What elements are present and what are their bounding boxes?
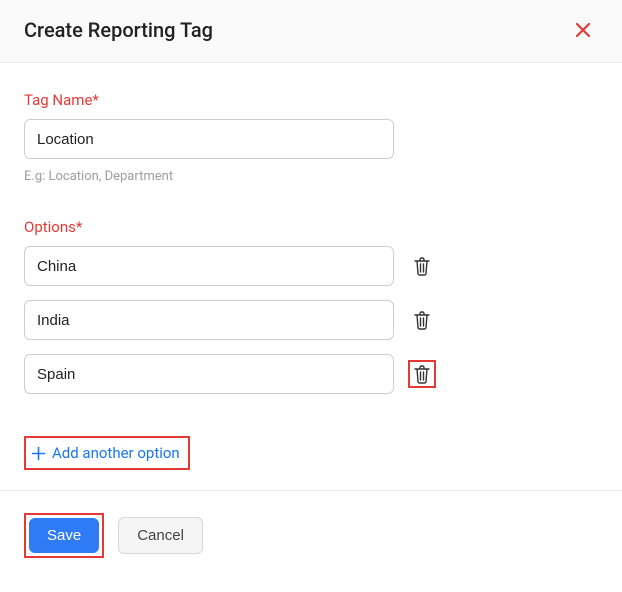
add-option-label: Add another option bbox=[52, 444, 180, 462]
option-row bbox=[24, 354, 598, 394]
option-row bbox=[24, 300, 598, 340]
delete-option-button[interactable] bbox=[408, 306, 436, 334]
cancel-button[interactable]: Cancel bbox=[118, 517, 203, 554]
option-input[interactable] bbox=[24, 246, 394, 286]
modal-footer: Save Cancel bbox=[0, 490, 622, 580]
close-icon[interactable] bbox=[574, 21, 592, 39]
options-section: Options* bbox=[24, 218, 598, 470]
plus-icon bbox=[30, 445, 46, 461]
option-input[interactable] bbox=[24, 354, 394, 394]
trash-icon bbox=[413, 310, 431, 330]
modal-title: Create Reporting Tag bbox=[24, 18, 213, 42]
modal-body: Tag Name* E.g: Location, Department Opti… bbox=[0, 63, 622, 490]
tag-name-hint: E.g: Location, Department bbox=[24, 169, 598, 184]
trash-icon bbox=[413, 256, 431, 276]
tag-name-label: Tag Name* bbox=[24, 91, 598, 109]
trash-icon bbox=[413, 364, 431, 384]
delete-option-button[interactable] bbox=[408, 360, 436, 388]
options-label: Options* bbox=[24, 218, 598, 236]
save-highlight: Save bbox=[24, 513, 104, 558]
modal-header: Create Reporting Tag bbox=[0, 0, 622, 63]
tag-name-input[interactable] bbox=[24, 119, 394, 159]
option-input[interactable] bbox=[24, 300, 394, 340]
delete-option-button[interactable] bbox=[408, 252, 436, 280]
save-button[interactable]: Save bbox=[29, 518, 99, 553]
create-reporting-tag-modal: Create Reporting Tag Tag Name* E.g: Loca… bbox=[0, 0, 622, 580]
option-row bbox=[24, 246, 598, 286]
add-option-button[interactable]: Add another option bbox=[24, 436, 190, 470]
